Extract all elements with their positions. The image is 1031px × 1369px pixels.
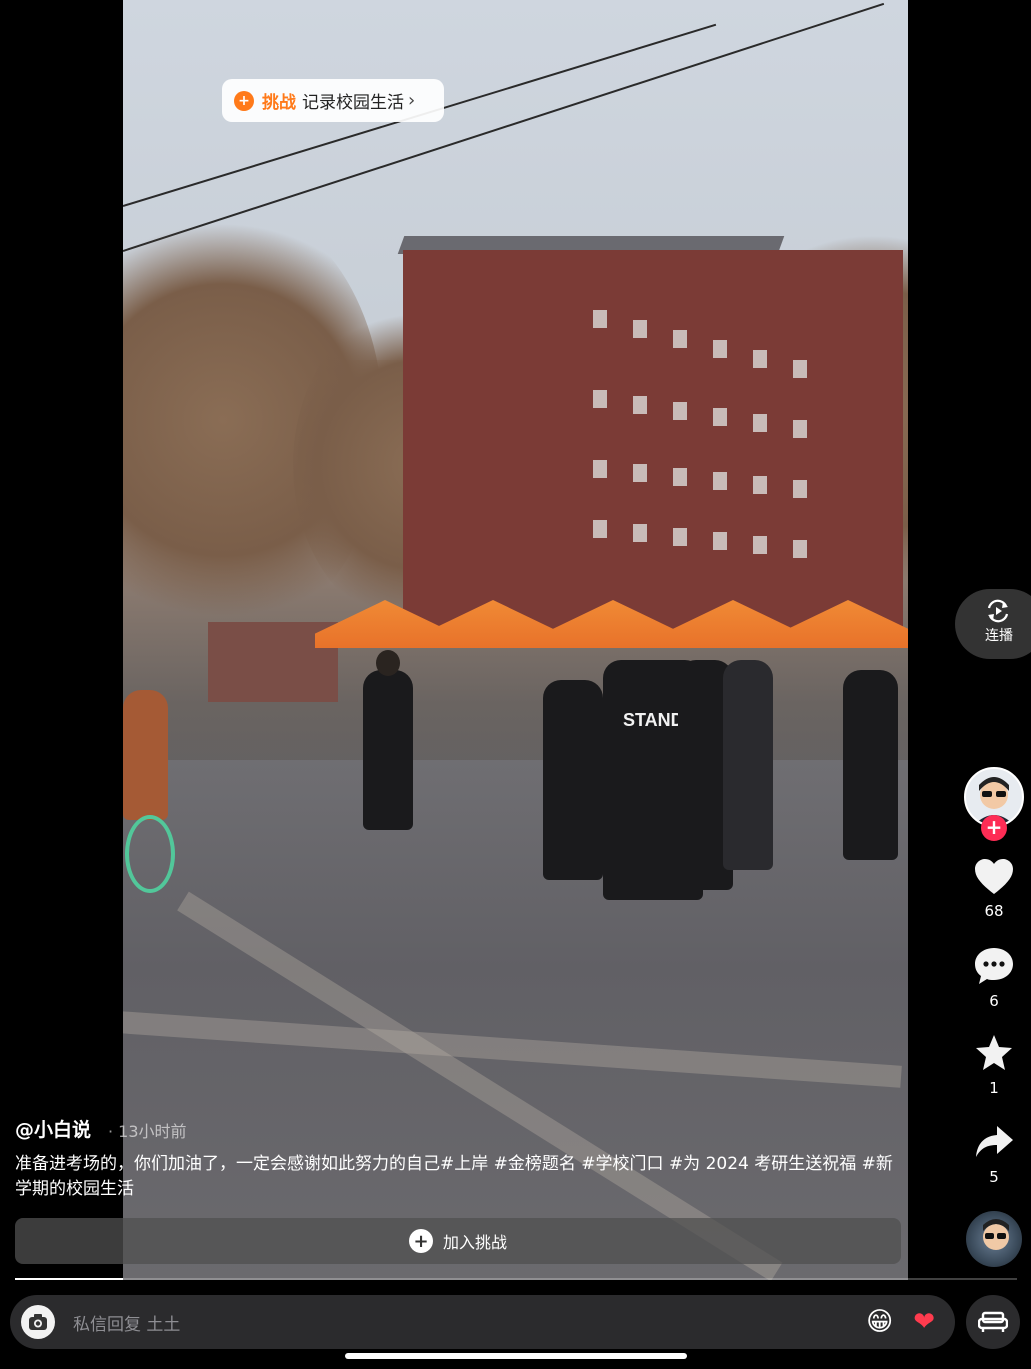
autoplay-icon xyxy=(987,599,1009,623)
autoplay-toggle[interactable]: 连播 xyxy=(955,589,1031,659)
chevron-right-icon: › xyxy=(408,90,416,111)
share-button[interactable]: 5 xyxy=(964,1122,1024,1186)
video-player[interactable]: STAND xyxy=(123,0,908,1280)
person xyxy=(123,690,168,820)
favorite-button[interactable]: 1 xyxy=(964,1033,1024,1097)
post-caption: 准备进考场的，你们加油了，一定会感谢如此努力的自己#上岸 #金榜题名 #学校门口… xyxy=(15,1154,893,1199)
like-button[interactable]: 68 xyxy=(964,858,1024,920)
star-icon xyxy=(976,1035,1012,1070)
road xyxy=(123,760,908,1280)
camera-button[interactable] xyxy=(21,1305,55,1339)
camera-icon xyxy=(29,1314,47,1330)
sofa-button[interactable] xyxy=(966,1295,1020,1349)
music-avatar-image xyxy=(983,1219,1009,1250)
music-disc[interactable] xyxy=(966,1211,1022,1267)
comment-count: 6 xyxy=(989,992,999,1010)
join-challenge-label: 加入挑战 xyxy=(442,1233,507,1252)
jacket-print: STAND xyxy=(623,710,684,730)
share-icon xyxy=(976,1126,1013,1157)
bicycle-wheel xyxy=(125,815,175,893)
like-count: 68 xyxy=(984,902,1004,920)
challenge-text: 记录校园生活 xyxy=(302,93,404,113)
heart-icon xyxy=(975,859,1013,894)
challenge-icon: + xyxy=(234,90,254,111)
grin-emoji-icon[interactable]: 😁 xyxy=(866,1307,893,1337)
person xyxy=(723,660,773,870)
post-time: · 13小时前 xyxy=(108,1122,187,1141)
follow-button[interactable]: + xyxy=(981,815,1007,841)
autoplay-label: 连播 xyxy=(985,628,1013,644)
plus-icon: + xyxy=(408,1229,433,1253)
home-indicator[interactable] xyxy=(345,1353,687,1359)
building xyxy=(403,250,903,630)
challenge-tag: 挑战 xyxy=(262,93,296,113)
dm-reply-bar[interactable]: 私信回复 土土 😁 ❤ xyxy=(10,1295,955,1349)
person xyxy=(843,670,898,860)
person xyxy=(363,670,413,830)
video-progress[interactable] xyxy=(15,1278,1017,1280)
video-progress-fill xyxy=(15,1278,123,1280)
share-count: 5 xyxy=(989,1168,999,1186)
dm-input[interactable]: 私信回复 土土 xyxy=(73,1310,866,1335)
challenge-chip[interactable]: + 挑战 记录校园生活 › xyxy=(222,79,444,122)
heart-emoji-icon[interactable]: ❤ xyxy=(913,1307,935,1337)
favorite-count: 1 xyxy=(989,1079,999,1097)
sofa-icon xyxy=(978,1311,1008,1332)
comment-button[interactable]: 6 xyxy=(964,946,1024,1010)
author-name[interactable]: @小白说 xyxy=(15,1115,91,1142)
person xyxy=(543,680,603,880)
comment-icon xyxy=(975,948,1013,984)
join-challenge-button[interactable]: + 加入挑战 xyxy=(15,1218,901,1264)
